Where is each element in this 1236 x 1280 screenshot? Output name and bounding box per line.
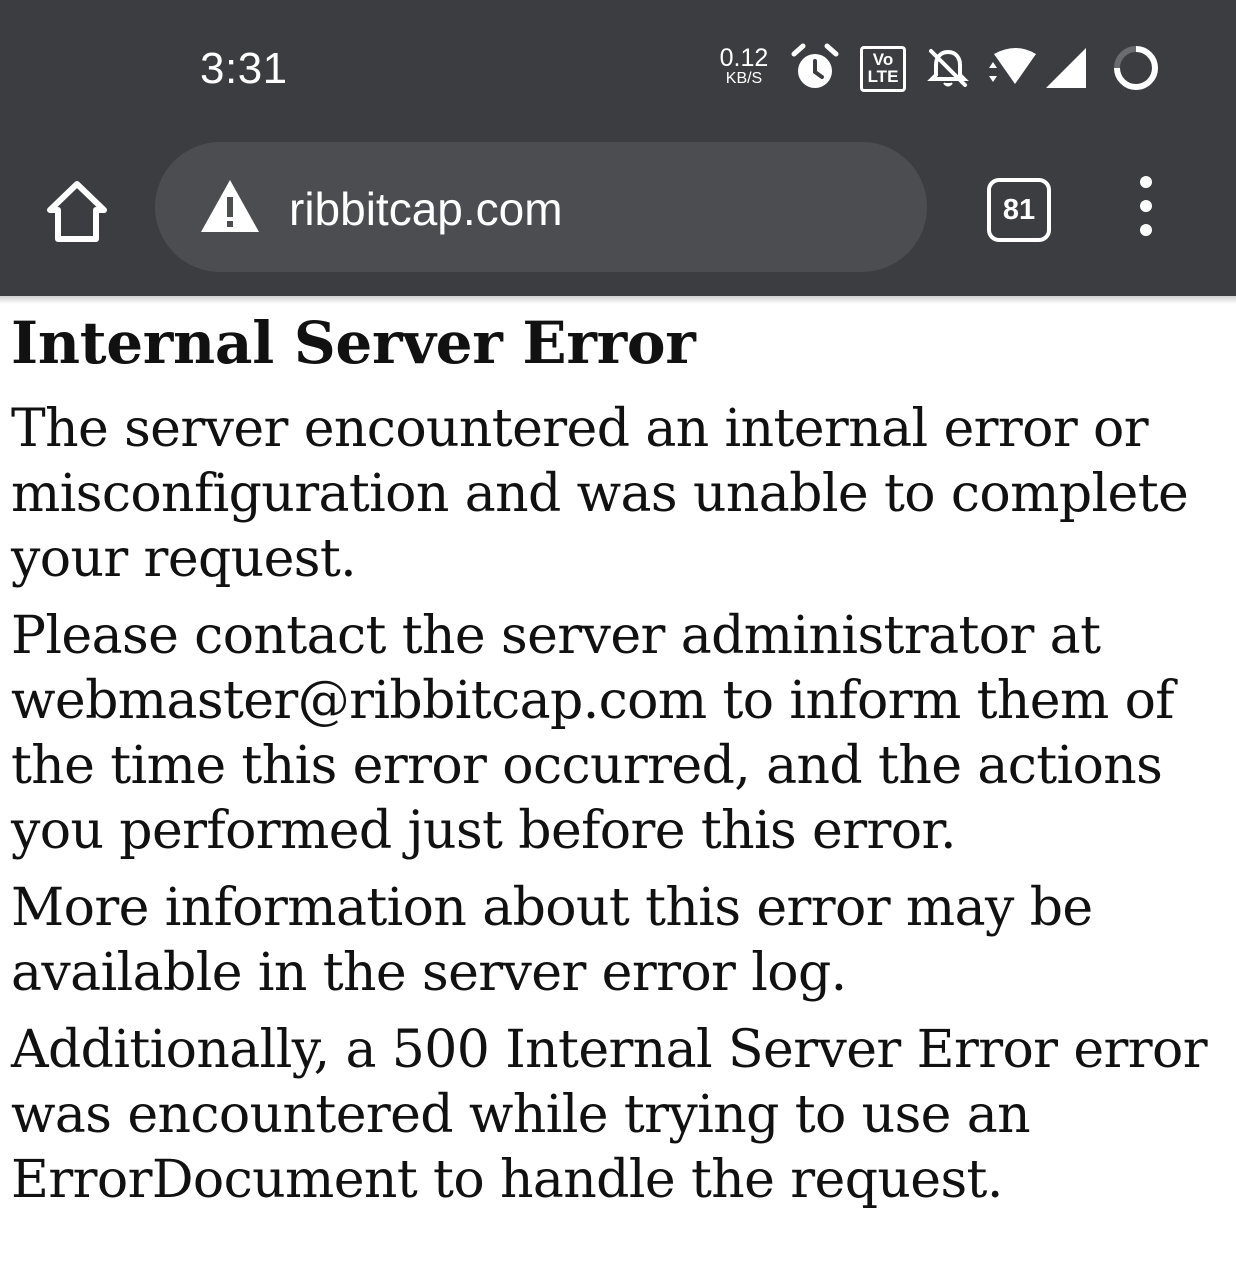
network-speed-unit: KB/S xyxy=(725,70,763,87)
volte-icon: Vo LTE xyxy=(860,46,906,92)
kebab-menu-icon[interactable] xyxy=(1130,174,1162,238)
url-text: ribbitcap.com xyxy=(289,183,563,235)
status-time: 3:31 xyxy=(200,44,288,93)
contact-paragraph: Please contact the server administrator … xyxy=(11,606,1175,861)
error-paragraph: The server encountered an internal error… xyxy=(11,399,1189,589)
wifi-icon xyxy=(989,48,1036,84)
toolbar-shadow xyxy=(0,296,1236,304)
home-icon[interactable] xyxy=(42,176,112,246)
network-speed: 0.12 KB/S xyxy=(718,46,770,87)
network-speed-value: 0.12 xyxy=(719,44,769,72)
page-title: Internal Server Error xyxy=(11,309,696,377)
tab-switcher-button[interactable]: 81 xyxy=(987,178,1051,242)
volte-label-bottom: LTE xyxy=(867,67,899,86)
log-paragraph: More information about this error may be… xyxy=(11,878,1093,1003)
errordocument-paragraph: Additionally, a 500 Internal Server Erro… xyxy=(11,1020,1208,1210)
volte-label-top: Vo xyxy=(872,50,894,69)
bell-off-icon xyxy=(927,49,969,87)
signal-icon xyxy=(1046,48,1086,88)
status-bar: 3:31 0.12 KB/S Vo LTE xyxy=(0,0,1236,138)
address-bar[interactable]: ribbitcap.com xyxy=(155,142,927,272)
browser-toolbar: ribbitcap.com 81 xyxy=(0,138,1236,296)
browser-chrome: 3:31 0.12 KB/S Vo LTE ribbitcap.com 81 xyxy=(0,0,1236,296)
battery-ring-icon xyxy=(1114,46,1158,90)
page-content: Internal Server Error The server encount… xyxy=(11,305,1229,1225)
warning-triangle-icon[interactable] xyxy=(199,178,261,234)
alarm-icon xyxy=(791,43,839,88)
